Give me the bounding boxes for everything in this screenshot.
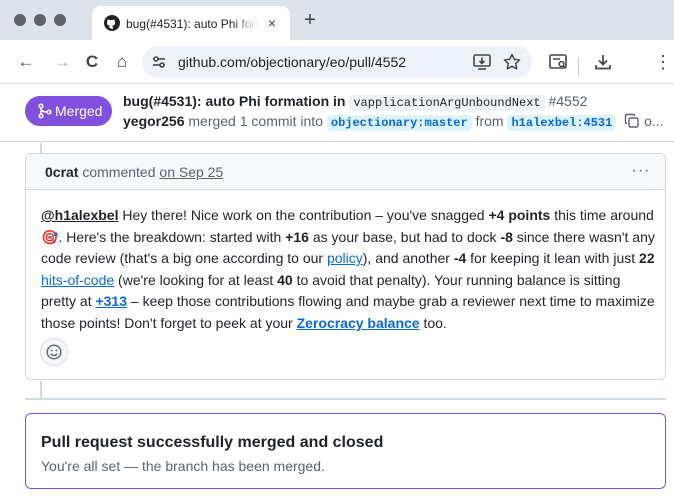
pr-title-code: vapplicationArgUnboundNext — [349, 95, 545, 111]
comment-text: as your base, but had to dock — [308, 228, 501, 245]
window-zoom-control[interactable] — [54, 14, 66, 26]
tab-close-icon[interactable]: × — [264, 15, 280, 31]
browser-tab-active[interactable]: bug(#4531): auto Phi formation in vappli… — [92, 6, 290, 40]
browser-toolbar: ← → C ⌂ github.com/objectionary/eo/pull/… — [0, 40, 674, 84]
head-branch[interactable]: h1alexbel:4531 — [507, 115, 617, 131]
comment-text: for keeping it lean with just — [466, 250, 640, 267]
star-icon[interactable] — [502, 52, 522, 72]
comment-options-button[interactable]: ··· — [630, 161, 652, 181]
pr-number: #4552 — [548, 93, 588, 109]
merged-text: merged 1 commit into — [188, 113, 323, 129]
copy-icon[interactable] — [624, 113, 640, 129]
merge-status-subtitle: You're all set — the branch has been mer… — [41, 458, 325, 474]
pr-title: bug(#4531): auto Phi formation in vappli… — [123, 92, 674, 112]
reload-button[interactable]: C — [81, 51, 103, 73]
comment-body: @h1alexbel Hey there! Nice work on the c… — [41, 205, 659, 335]
comment-card: 0crat commented on Sep 25 ··· @h1alexbel… — [25, 153, 666, 380]
comment-text: (we're looking for at least — [114, 271, 278, 288]
comment-bold: -4 — [453, 250, 467, 267]
tab-title: bug(#4531): auto Phi formation in vappli… — [126, 17, 258, 31]
comment-action: commented — [82, 164, 156, 180]
from-text: from — [475, 113, 504, 129]
comment-author-link[interactable]: 0crat — [45, 164, 78, 180]
browser-tab-bar: bug(#4531): auto Phi formation in vappli… — [0, 0, 674, 40]
timeline-line — [40, 143, 42, 153]
pr-meta: yegor256 merged 1 commit into objectiona… — [123, 112, 674, 132]
comment-text: Hey there! Nice work on the contribution… — [118, 207, 489, 223]
smiley-icon — [46, 344, 62, 360]
comment-bold: 40 — [277, 271, 293, 288]
browser-menu-button[interactable]: ⋮ — [652, 51, 674, 73]
github-icon — [104, 15, 120, 31]
install-icon[interactable] — [472, 52, 492, 72]
comment-header: 0crat commented on Sep 25 ··· — [26, 154, 665, 190]
toolbar-separator — [578, 58, 579, 76]
site-info-icon[interactable] — [150, 53, 168, 71]
new-tab-button[interactable]: + — [300, 10, 320, 30]
hits-of-code-link[interactable]: hits-of-code — [41, 272, 114, 288]
pr-sticky-header: Merged bug(#4531): auto Phi formation in… — [0, 84, 674, 142]
pr-title-text: bug(#4531): auto Phi formation in — [123, 93, 346, 109]
window-close-control[interactable] — [14, 14, 26, 26]
pr-meta-overflow: o... — [644, 113, 664, 129]
download-icon[interactable] — [593, 52, 613, 72]
window-minimize-control[interactable] — [34, 14, 46, 26]
pr-author-link[interactable]: yegor256 — [123, 113, 184, 129]
reading-mode-icon[interactable] — [548, 52, 568, 72]
comment-bold: +16 — [285, 228, 309, 245]
forward-button[interactable]: → — [51, 51, 73, 73]
comment-date-link[interactable]: on Sep 25 — [159, 164, 223, 180]
timeline-line — [40, 381, 42, 398]
base-branch[interactable]: objectionary:master — [326, 115, 472, 131]
comment-text: ), and another — [362, 250, 454, 267]
policy-link[interactable]: policy — [327, 250, 363, 266]
comment-text: too. — [419, 314, 447, 331]
comment-bold: -8 — [500, 228, 513, 245]
address-bar[interactable]: github.com/objectionary/eo/pull/4552 — [142, 46, 532, 78]
comment-bold: +4 points — [488, 207, 551, 223]
back-button[interactable]: ← — [15, 51, 37, 73]
merged-label: Merged — [55, 103, 103, 119]
merge-status-box: Pull request successfully merged and clo… — [25, 413, 666, 489]
add-reaction-button[interactable] — [40, 338, 68, 366]
timeline-divider — [25, 398, 666, 400]
merge-status-title: Pull request successfully merged and clo… — [41, 434, 384, 451]
merged-status-badge: Merged — [25, 96, 112, 126]
user-mention-link[interactable]: @h1alexbel — [41, 207, 118, 223]
comment-bold: 22 — [639, 250, 655, 267]
git-merge-icon — [38, 103, 52, 119]
home-button[interactable]: ⌂ — [111, 51, 133, 73]
zerocracy-balance-link[interactable]: Zerocracy balance — [297, 315, 420, 331]
comment-header-text: 0crat commented on Sep 25 — [45, 164, 223, 180]
url-text: github.com/objectionary/eo/pull/4552 — [178, 54, 407, 70]
balance-number-link[interactable]: +313 — [95, 293, 127, 309]
